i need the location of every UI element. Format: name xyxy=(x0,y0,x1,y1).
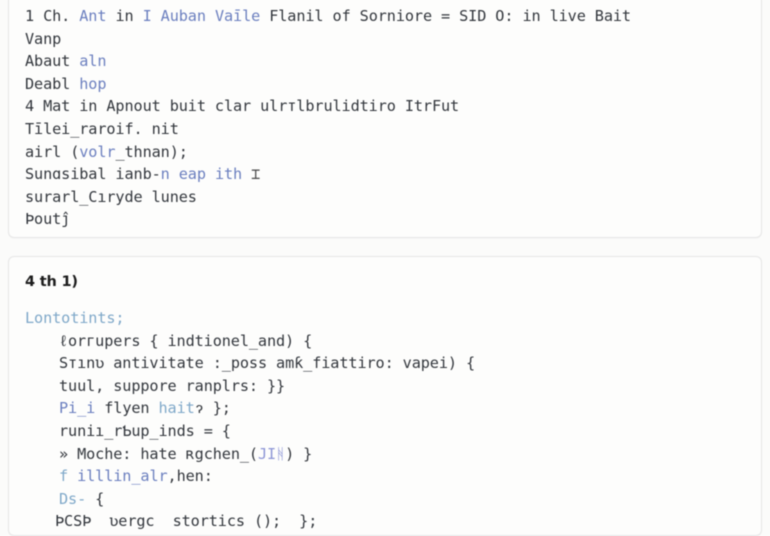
code-token: hop xyxy=(79,74,107,93)
code-line: surarl_Cıryde lunes xyxy=(25,186,745,209)
code-token: 1 Ch. xyxy=(25,7,80,25)
code-token: flyen xyxy=(95,399,159,418)
code-token: Þoutĵ xyxy=(25,210,71,229)
bottom-panel-heading: 4 th 1) xyxy=(25,274,78,290)
code-token: » Moche: hate ʀgchen_( xyxy=(59,444,258,463)
code-token: ) } xyxy=(285,444,313,463)
code-line: airl (volr_thnan); xyxy=(25,141,745,164)
code-token: Ant xyxy=(79,7,107,25)
code-line: Lontotints; xyxy=(25,307,745,330)
code-line: Abaut aln xyxy=(25,50,745,73)
code-token: { xyxy=(86,489,105,508)
code-token: Sтınʋ antivitate :_poss amƙ_fiattiro: va… xyxy=(59,354,476,373)
bottom-code-panel[interactable]: 4 th 1) Lontotints; ℓorгupers { indtionel… xyxy=(8,256,762,536)
code-line: Pi_i flyen haitɂ }; xyxy=(25,397,745,420)
code-token: Ds- xyxy=(59,489,87,508)
code-token: Flanil of Sorniore = SID O: in live Bait xyxy=(260,7,631,25)
code-token: Deabl xyxy=(25,74,80,93)
top-code-panel[interactable]: 1 Ch. Ant in I Auban Vaīle Flanil of Sor… xyxy=(8,0,762,238)
code-token: _thnan); xyxy=(115,142,188,161)
code-token: ɂ }; xyxy=(194,399,231,418)
code-token: ℓorгupers { indtionel_and) { xyxy=(59,331,313,350)
code-token: hait xyxy=(158,399,195,418)
code-token: Sunɑsibal ianb- xyxy=(25,165,161,184)
bottom-code-lines: Lontotints; ℓorгupers { indtionel_and) { S… xyxy=(25,307,745,533)
code-line: Tīlei_raroif. nit xyxy=(25,118,745,141)
code-token: 4 Mat in Apnout buit clar ulrтlbrulidtir… xyxy=(25,97,460,116)
code-line: Þoutĵ xyxy=(25,208,745,231)
code-line: Vanp xyxy=(25,28,745,51)
code-token: f xyxy=(59,467,78,486)
code-line: ÞCSÞ ʋеrgс stоrtiсs (); }; xyxy=(25,510,745,533)
code-token: illlin_alr xyxy=(77,467,168,486)
code-line: Sunɑsibal ianb-n eap ith ⌶ xyxy=(25,163,745,186)
code-token: in xyxy=(106,7,143,25)
code-token: volr xyxy=(79,142,116,161)
code-token: Lontotints; xyxy=(25,309,125,327)
code-token: ÞCSÞ ʋеrgс stоrtiсs (); }; xyxy=(55,512,318,531)
code-token: Abaut xyxy=(25,52,80,71)
code-token: Pi_i xyxy=(59,399,96,418)
code-token: n xyxy=(160,165,170,184)
code-line: 1 Ch. Ant in I Auban Vaīle Flanil of Sor… xyxy=(25,5,745,28)
code-token: aln xyxy=(79,52,107,71)
code-line: runiı_rƄup_inds = { xyxy=(25,420,745,443)
code-token: ,hen: xyxy=(167,467,213,486)
code-token: airl ( xyxy=(25,142,80,161)
code-line: ℓorгupers { indtionel_and) { xyxy=(25,330,745,353)
code-token: runiı_rƄup_inds = { xyxy=(59,421,231,440)
code-token: tuul, suppore ranplrs: }} xyxy=(59,376,286,395)
code-token: ith xyxy=(214,165,243,184)
code-token: I Auban Vaīle xyxy=(142,7,261,25)
text-caret-icon: ⌶ xyxy=(242,165,261,184)
page-root: 1 Ch. Ant in I Auban Vaīle Flanil of Sor… xyxy=(0,0,770,536)
code-line: Ds- { xyxy=(25,488,745,511)
code-line: Sтınʋ antivitate :_poss amƙ_fiattiro: va… xyxy=(25,352,745,375)
top-code-lines: 1 Ch. Ant in I Auban Vaīle Flanil of Sor… xyxy=(25,5,745,231)
code-token: JIᚻ xyxy=(257,444,286,463)
code-token: Tīlei_raroif. nit xyxy=(25,119,179,138)
code-token: Vanp xyxy=(25,29,62,48)
code-line: 4 Mat in Apnout buit clar ulrтlbrulidtir… xyxy=(25,95,745,118)
code-line: f illlin_alr,hen: xyxy=(25,465,745,488)
code-token: eap xyxy=(178,165,206,184)
code-line: tuul, suppore ranplrs: }} xyxy=(25,375,745,398)
code-line: » Moche: hate ʀgchen_(JIᚻ) } xyxy=(25,443,745,466)
code-token: surarl_Cıryde lunes xyxy=(25,187,197,206)
code-line: Deabl hop xyxy=(25,73,745,96)
